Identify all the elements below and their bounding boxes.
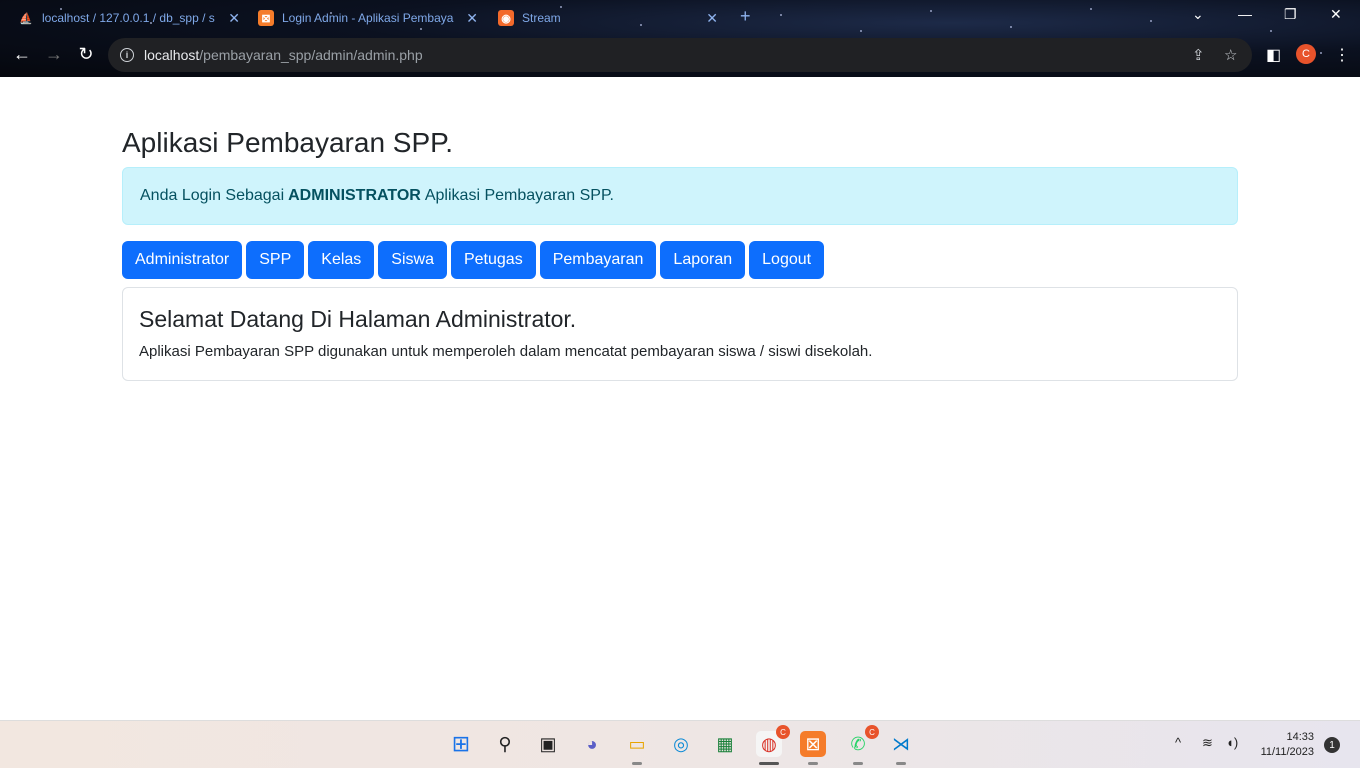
- nav-logout-button[interactable]: Logout: [749, 241, 825, 279]
- welcome-text: Aplikasi Pembayaran SPP digunakan untuk …: [139, 343, 873, 360]
- taskbar: ⊞ ⚲ ▣ ◕ ▭ ◎ ▦ ◍ C ⊠ ✆ C ⋊ ^ ≋ ◖) 14:33 11/…: [0, 720, 1360, 768]
- tab-title: localhost / 127.0.0.1 / db_spp / s: [42, 11, 215, 25]
- tab-phpmyadmin[interactable]: ⛵ localhost / 127.0.0.1 / db_spp / s ✕: [18, 4, 240, 32]
- new-tab-icon[interactable]: +: [740, 6, 751, 27]
- page-title: Aplikasi Pembayaran SPP.: [122, 127, 453, 158]
- classroom-icon[interactable]: ▦: [712, 731, 738, 757]
- close-icon[interactable]: ✕: [466, 10, 478, 27]
- whatsapp-icon[interactable]: ✆ C: [845, 725, 879, 765]
- back-icon[interactable]: ←: [10, 44, 34, 65]
- nav-laporan-button[interactable]: Laporan: [660, 241, 746, 279]
- tab-stream[interactable]: ◉ Stream ✕: [498, 4, 718, 32]
- browser-toolbar: ← → ↻ i localhost/pembayaran_spp/admin/a…: [0, 36, 1360, 76]
- close-icon[interactable]: ✕: [228, 10, 240, 27]
- login-info-alert: Anda Login Sebagai ADMINISTRATOR Aplikas…: [122, 167, 1238, 225]
- url-text: localhost/pembayaran_spp/admin/admin.php: [144, 47, 423, 63]
- vscode-icon[interactable]: ⋊: [888, 731, 914, 765]
- web-page: Aplikasi Pembayaran SPP. Anda Login Seba…: [0, 77, 1360, 720]
- xampp-icon[interactable]: ⊠: [800, 731, 826, 765]
- phpmyadmin-icon: ⛵: [19, 12, 33, 25]
- tab-login-admin[interactable]: ⊠ Login Admin - Aplikasi Pembaya ✕: [258, 4, 478, 32]
- tab-title: Stream: [522, 11, 561, 25]
- address-bar[interactable]: i localhost/pembayaran_spp/admin/admin.p…: [108, 38, 1252, 72]
- nav-spp-button[interactable]: SPP: [246, 241, 305, 279]
- browser-chrome: ⛵ localhost / 127.0.0.1 / db_spp / s ✕ ⊠…: [0, 0, 1360, 77]
- volume-icon[interactable]: ◖): [1226, 735, 1238, 750]
- url-path: /pembayaran_spp/admin/admin.php: [199, 47, 423, 63]
- alert-role: ADMINISTRATOR: [288, 187, 421, 204]
- forward-icon[interactable]: →: [42, 44, 66, 65]
- restore-icon[interactable]: ❐: [1284, 6, 1297, 23]
- file-explorer-icon[interactable]: ▭: [624, 731, 650, 765]
- nav-kelas-button[interactable]: Kelas: [308, 241, 375, 279]
- url-host: localhost: [144, 47, 200, 63]
- alert-suffix: Aplikasi Pembayaran SPP.: [424, 187, 614, 204]
- search-icon[interactable]: ⚲: [492, 731, 518, 757]
- whatsapp-badge: C: [865, 725, 879, 739]
- share-icon[interactable]: ⇪: [1192, 46, 1205, 64]
- teams-chat-icon[interactable]: ◕: [579, 731, 605, 757]
- side-panel-icon[interactable]: ◧: [1266, 45, 1281, 65]
- tab-title: Login Admin - Aplikasi Pembaya: [282, 11, 454, 25]
- nav-administrator-button[interactable]: Administrator: [122, 241, 243, 279]
- close-window-icon[interactable]: ✕: [1330, 6, 1342, 23]
- notification-badge[interactable]: 1: [1324, 737, 1340, 753]
- chrome-icon[interactable]: ◍ C: [756, 725, 790, 765]
- alert-prefix: Anda Login Sebagai: [140, 187, 285, 204]
- tab-strip: ⛵ localhost / 127.0.0.1 / db_spp / s ✕ ⊠…: [0, 0, 1360, 34]
- welcome-card: Selamat Datang Di Halaman Administrator.…: [122, 287, 1238, 381]
- nav-petugas-button[interactable]: Petugas: [450, 241, 536, 279]
- site-info-icon[interactable]: i: [120, 48, 134, 62]
- minimize-icon[interactable]: —: [1238, 6, 1252, 22]
- xampp-icon: ⊠: [258, 10, 274, 26]
- main-nav: Administrator SPP Kelas Siswa Petugas Pe…: [122, 241, 825, 279]
- chrome-profile-badge: C: [776, 725, 790, 739]
- profile-avatar[interactable]: C: [1296, 44, 1316, 64]
- close-icon[interactable]: ✕: [706, 10, 718, 27]
- bookmark-star-icon[interactable]: ☆: [1224, 46, 1237, 64]
- nav-siswa-button[interactable]: Siswa: [378, 241, 447, 279]
- clock-date: 11/11/2023: [1260, 746, 1314, 758]
- welcome-heading: Selamat Datang Di Halaman Administrator.: [139, 306, 577, 332]
- clock[interactable]: 14:33 11/11/2023: [1252, 730, 1314, 760]
- menu-icon[interactable]: ⋮: [1334, 45, 1350, 65]
- start-icon[interactable]: ⊞: [448, 731, 474, 757]
- chevron-up-icon[interactable]: ^: [1175, 735, 1181, 750]
- reload-icon[interactable]: ↻: [74, 44, 98, 65]
- wifi-icon[interactable]: ≋: [1202, 735, 1213, 751]
- nav-pembayaran-button[interactable]: Pembayaran: [539, 241, 657, 279]
- tab-search-icon[interactable]: ⌄: [1192, 6, 1204, 23]
- task-view-icon[interactable]: ▣: [535, 731, 561, 757]
- stream-icon: ◉: [498, 10, 514, 26]
- edge-icon[interactable]: ◎: [668, 731, 694, 757]
- clock-time: 14:33: [1286, 731, 1314, 743]
